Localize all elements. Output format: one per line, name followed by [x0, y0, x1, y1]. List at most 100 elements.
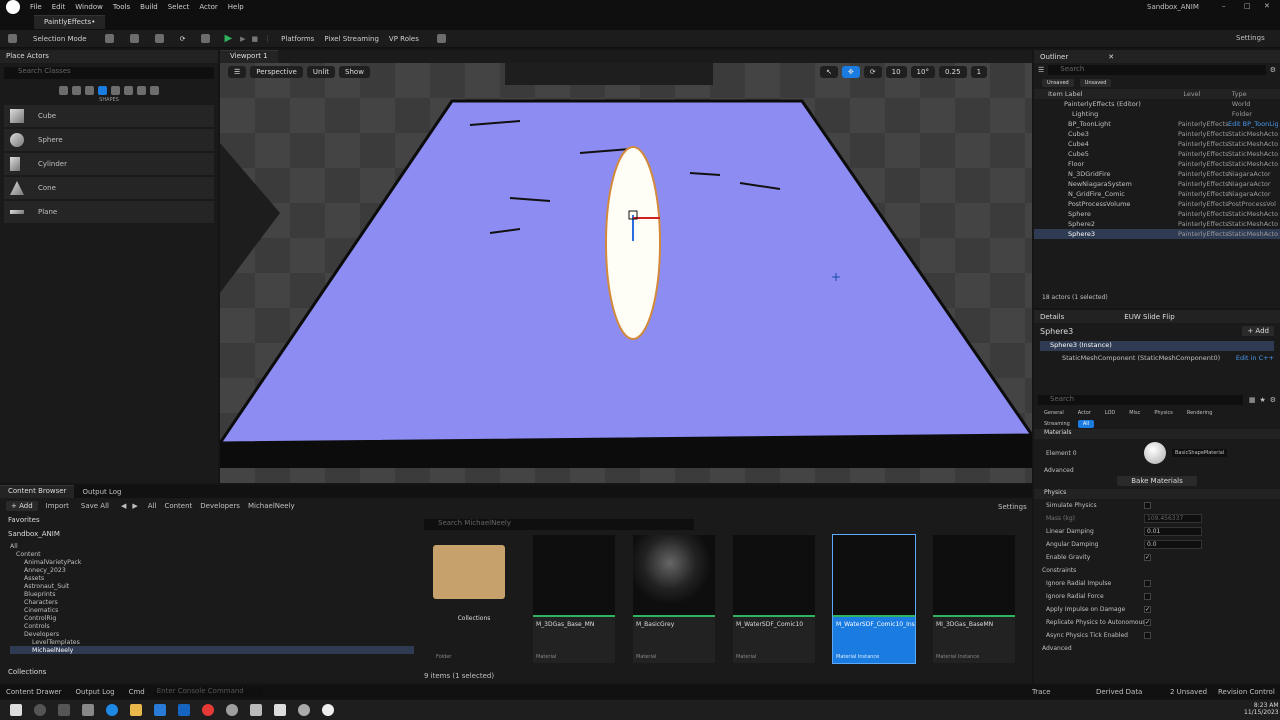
replicate-physics-checkbox[interactable]: ✓ — [1144, 619, 1151, 626]
folder-item[interactable]: Assets — [10, 574, 414, 582]
compile-icon[interactable]: ⟳ — [180, 35, 186, 43]
volumes-icon[interactable] — [137, 85, 146, 95]
folder-item[interactable]: Cinematics — [10, 606, 414, 614]
widgets-icon[interactable] — [82, 704, 94, 716]
place-cube[interactable]: Cube — [4, 105, 214, 127]
shapes-icon[interactable] — [98, 85, 107, 95]
history-back-icon[interactable]: ◀ — [121, 502, 126, 510]
asset-tile[interactable]: M_WaterSDF_Comic10 Material — [733, 535, 815, 663]
breadcrumb-developers[interactable]: Developers — [200, 502, 240, 510]
angular-damping-field[interactable]: 0.0 — [1144, 540, 1202, 549]
stop-icon[interactable]: ■ — [252, 35, 259, 43]
unsaved-chip[interactable]: Unsaved — [1079, 79, 1112, 87]
start-icon[interactable] — [10, 704, 22, 716]
filter-all[interactable]: All — [1077, 420, 1095, 428]
angle-snap-button[interactable]: 10° — [910, 66, 935, 78]
visual-effects-icon[interactable] — [124, 85, 133, 95]
component-row[interactable]: StaticMeshComponent (StaticMeshComponent… — [1040, 353, 1274, 363]
task-view-icon[interactable] — [58, 704, 70, 716]
details-grid-icon[interactable]: ▦ — [1249, 396, 1256, 404]
selection-mode-button[interactable]: Selection Mode — [33, 35, 87, 43]
settings-button[interactable]: Settings — [1236, 34, 1265, 42]
asset-tile[interactable]: MI_3DGas_BaseMN Material Instance — [933, 535, 1015, 663]
prop-advanced[interactable]: Advanced — [1034, 642, 1280, 655]
outliner-row[interactable]: Lighting Folder — [1034, 109, 1280, 119]
unreal-taskbar-icon-2[interactable] — [322, 704, 334, 716]
play-icon[interactable]: ▶ — [224, 33, 232, 44]
mail-icon[interactable] — [178, 704, 190, 716]
console-input[interactable]: Enter Console Command — [152, 687, 263, 697]
mass-field[interactable]: 109.456337 — [1144, 514, 1202, 523]
sandbox-root[interactable]: Sandbox_ANIM — [0, 530, 414, 542]
view-mode-button[interactable]: Unlit — [306, 66, 336, 78]
cinematics-icon[interactable] — [154, 34, 164, 43]
cinematic-icon[interactable] — [111, 85, 120, 95]
enable-gravity-checkbox[interactable]: ✓ — [1144, 554, 1151, 561]
search-icon[interactable] — [34, 704, 46, 716]
cb-add-button[interactable]: + Add — [6, 501, 38, 511]
menu-file[interactable]: File — [30, 3, 42, 11]
instance-row[interactable]: Sphere3 (Instance) — [1040, 341, 1274, 351]
folder-item[interactable]: All — [10, 542, 414, 550]
translate-tool-icon[interactable]: ✥ — [841, 66, 860, 78]
folder-item[interactable]: Annecy_2023 — [10, 566, 414, 574]
unreal-taskbar-icon[interactable] — [298, 704, 310, 716]
linear-damping-field[interactable]: 0.01 — [1144, 527, 1202, 536]
add-actor-icon[interactable] — [104, 34, 114, 43]
details-tab[interactable]: Details — [1040, 313, 1064, 321]
details-star-icon[interactable]: ★ — [1259, 396, 1265, 404]
store-icon[interactable] — [154, 704, 166, 716]
platforms-button[interactable]: Platforms — [281, 35, 314, 43]
level-tab[interactable]: PaintlyEffects• — [34, 15, 106, 29]
perspective-button[interactable]: Perspective — [250, 66, 303, 78]
filter-rendering[interactable]: Rendering — [1187, 410, 1213, 416]
ignore-radial-impulse-checkbox[interactable] — [1144, 580, 1151, 587]
modes-icon[interactable] — [201, 34, 211, 43]
play-options-icon[interactable]: ⋮ — [264, 35, 271, 43]
outliner-row[interactable]: Cube5 PainterlyEffects StaticMeshActo — [1034, 149, 1280, 159]
filter-physics[interactable]: Physics — [1154, 410, 1173, 416]
pixel-streaming-button[interactable]: Pixel Streaming — [324, 35, 379, 43]
col-level[interactable]: Level — [1183, 90, 1231, 98]
asset-tile[interactable]: Collections Folder — [433, 535, 515, 663]
folder-item[interactable]: LevelTemplates — [10, 638, 414, 646]
select-tool-icon[interactable]: ↖ — [820, 66, 838, 78]
outliner-row-selected[interactable]: Sphere3 PainterlyEffects StaticMeshActo — [1034, 229, 1280, 239]
filter-misc[interactable]: Misc — [1129, 410, 1140, 416]
physics-header[interactable]: Physics — [1034, 489, 1280, 499]
uncontrolled-chip[interactable]: Unsaved — [1042, 79, 1074, 87]
asset-tile[interactable]: M_BasicGrey Material — [633, 535, 715, 663]
folder-item[interactable]: ControlRig — [10, 614, 414, 622]
cb-save-all-button[interactable]: Save All — [81, 502, 109, 510]
blueprint-icon[interactable] — [129, 34, 139, 43]
outliner-title[interactable]: Outliner — [1040, 53, 1068, 61]
outliner-settings-icon[interactable]: ⚙ — [1270, 66, 1276, 74]
file-explorer-icon[interactable] — [130, 704, 142, 716]
app-icon-2[interactable] — [250, 704, 262, 716]
output-log-tab[interactable]: Output Log — [74, 487, 129, 497]
outliner-row[interactable]: Floor PainterlyEffects StaticMeshActo — [1034, 159, 1280, 169]
outliner-row[interactable]: N_3DGridFire PainterlyEffects NiagaraActor — [1034, 169, 1280, 179]
menu-select[interactable]: Select — [168, 3, 190, 11]
grid-snap-button[interactable]: 10 — [885, 66, 907, 78]
content-browser-tab[interactable]: Content Browser — [0, 485, 75, 498]
cmd-dropdown[interactable]: Cmd — [129, 688, 145, 696]
clock[interactable]: 8:23 AM 11/15/2023 — [1244, 702, 1279, 716]
outliner-row[interactable]: PostProcessVolume PainterlyEffects PostPro… — [1034, 199, 1280, 209]
folder-item-selected[interactable]: MichaelNeely — [10, 646, 414, 654]
edit-in-cpp-link[interactable]: Edit in C++ — [1236, 354, 1274, 362]
recent-icon[interactable] — [59, 85, 68, 95]
camera-speed-button[interactable]: 1 — [970, 66, 988, 78]
material-dropdown[interactable]: BasicShapeMaterial — [1172, 449, 1228, 457]
outliner-row[interactable]: Sphere PainterlyEffects StaticMeshActo — [1034, 209, 1280, 219]
viewport-scene[interactable]: + ☰ Perspective Unlit Show ↖ ✥ ⟳ 10 10° … — [220, 63, 1032, 483]
sphere3-actor[interactable] — [605, 146, 661, 340]
bake-materials-button[interactable]: Bake Materials — [1117, 476, 1197, 486]
all-classes-icon[interactable] — [150, 85, 159, 95]
unsaved-button[interactable]: 2 Unsaved — [1170, 688, 1207, 696]
filter-lod[interactable]: LOD — [1105, 410, 1115, 416]
unreal-logo-icon[interactable] — [6, 0, 20, 14]
outliner-row[interactable]: Cube3 PainterlyEffects StaticMeshActo — [1034, 129, 1280, 139]
outliner-close-icon[interactable]: ✕ — [1108, 53, 1114, 61]
viewport-menu-icon[interactable]: ☰ — [228, 66, 247, 78]
